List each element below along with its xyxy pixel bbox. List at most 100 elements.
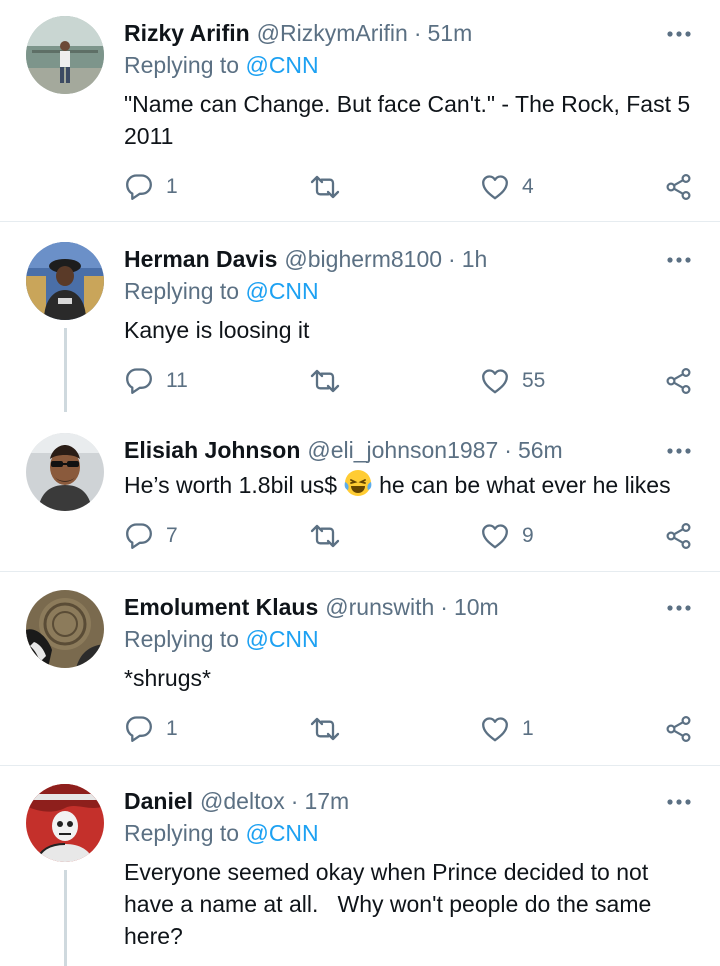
more-horizontal-icon[interactable] [664, 596, 694, 620]
heart-icon [480, 714, 510, 744]
replying-to: Replying to @CNN [124, 52, 319, 79]
share-button[interactable] [664, 170, 694, 204]
tweet-text: Kanye is loosing it [124, 317, 310, 343]
timestamp[interactable]: 56m [518, 437, 563, 464]
heart-icon [480, 521, 510, 551]
avatar[interactable] [26, 242, 104, 320]
like-count: 4 [522, 175, 534, 198]
share-icon [664, 366, 694, 396]
mention-link[interactable]: @CNN [245, 278, 318, 304]
like-button[interactable]: 55 [480, 364, 545, 398]
retweet-icon [309, 521, 341, 551]
display-name[interactable]: Rizky Arifin [124, 20, 250, 47]
separator: · [290, 787, 299, 814]
more-horizontal-icon[interactable] [664, 248, 694, 272]
divider [0, 765, 720, 766]
user-handle[interactable]: @runswith [325, 594, 434, 621]
share-button[interactable] [664, 712, 694, 746]
user-handle[interactable]: @eli_johnson1987 [307, 437, 498, 464]
replying-to-label: Replying to [124, 626, 240, 652]
heart-icon [480, 366, 510, 396]
reply-icon [124, 366, 154, 396]
reply-count: 7 [166, 524, 178, 547]
reply-feed: Rizky Arifin @RizkymArifin · 51m Replyin… [0, 0, 720, 966]
thread-line [64, 328, 67, 412]
tweet-header: Elisiah Johnson @eli_johnson1987 · 56m [124, 433, 563, 467]
mention-link[interactable]: @CNN [245, 820, 318, 846]
reply-button[interactable]: 7 [124, 519, 178, 553]
like-count: 9 [522, 524, 534, 547]
timestamp[interactable]: 17m [304, 788, 349, 815]
avatar[interactable] [26, 590, 104, 668]
display-name[interactable]: Emolument Klaus [124, 594, 318, 621]
display-name[interactable]: Herman Davis [124, 246, 277, 273]
like-button[interactable]: 9 [480, 519, 534, 553]
timestamp[interactable]: 1h [462, 246, 488, 273]
display-name[interactable]: Elisiah Johnson [124, 437, 300, 464]
retweet-button[interactable] [309, 170, 353, 204]
like-button[interactable]: 4 [480, 170, 534, 204]
separator: · [448, 245, 456, 272]
replying-to-label: Replying to [124, 820, 240, 846]
replying-to: Replying to @CNN [124, 820, 319, 847]
display-name[interactable]: Daniel [124, 788, 193, 815]
tweet-text-part: he can be what ever he likes [379, 472, 671, 498]
tweet[interactable]: Rizky Arifin @RizkymArifin · 51m Replyin… [0, 16, 720, 221]
tweet[interactable]: Daniel @deltox · 17m Replying to @CNN Ev… [0, 784, 720, 966]
avatar[interactable] [26, 433, 104, 511]
retweet-button[interactable] [309, 519, 353, 553]
tweet-text: He’s worth 1.8bil us$ he can be what ever… [124, 468, 704, 506]
share-button[interactable] [664, 364, 694, 398]
tweet-text-part: He’s worth 1.8bil us$ [124, 472, 338, 498]
timestamp[interactable]: 51m [427, 20, 472, 47]
reply-icon [124, 714, 154, 744]
tweet-actions: 11 55 [124, 364, 704, 398]
tweet-text-line: here? [124, 923, 183, 949]
avatar[interactable] [26, 16, 104, 94]
more-horizontal-icon[interactable] [664, 790, 694, 814]
divider [0, 571, 720, 572]
user-handle[interactable]: @deltox [200, 788, 285, 815]
separator: · [413, 19, 422, 46]
reply-button[interactable]: 1 [124, 170, 178, 204]
face-with-tears-of-joy-icon [343, 468, 373, 506]
mention-link[interactable]: @CNN [245, 52, 318, 78]
reply-button[interactable]: 11 [124, 364, 188, 398]
reply-count: 1 [166, 717, 178, 740]
timestamp[interactable]: 10m [454, 594, 499, 621]
more-horizontal-icon[interactable] [664, 22, 694, 46]
retweet-button[interactable] [309, 712, 353, 746]
tweet-header: Rizky Arifin @RizkymArifin · 51m [124, 16, 472, 50]
tweet-text-line: Everyone seemed okay when Prince decided… [124, 859, 649, 885]
heart-icon [480, 172, 510, 202]
tweet-text: *shrugs* [124, 665, 211, 691]
more-horizontal-icon[interactable] [664, 439, 694, 463]
reply-button[interactable]: 1 [124, 712, 178, 746]
retweet-icon [309, 366, 341, 396]
like-button[interactable]: 1 [480, 712, 534, 746]
user-handle[interactable]: @bigherm8100 [284, 246, 442, 273]
avatar[interactable] [26, 784, 104, 862]
tweet-actions: 7 9 [124, 519, 704, 553]
reply-count: 1 [166, 175, 178, 198]
share-icon [664, 172, 694, 202]
tweet-header: Herman Davis @bigherm8100 · 1h [124, 242, 487, 276]
tweet-text: "Name can Change. But face Can't." - The… [124, 91, 691, 149]
user-handle[interactable]: @RizkymArifin [257, 20, 408, 47]
tweet-text-line: have a name at all. Why won't people do … [124, 891, 652, 917]
share-button[interactable] [664, 519, 694, 553]
replying-to: Replying to @CNN [124, 278, 319, 305]
tweet[interactable]: Herman Davis @bigherm8100 · 1h Replying … [0, 242, 720, 412]
share-icon [664, 521, 694, 551]
mention-link[interactable]: @CNN [245, 626, 318, 652]
retweet-button[interactable] [309, 364, 353, 398]
separator: · [504, 436, 512, 463]
like-count: 1 [522, 717, 534, 740]
reply-icon [124, 172, 154, 202]
tweet-actions: 1 4 [124, 170, 704, 204]
tweet[interactable]: Elisiah Johnson @eli_johnson1987 · 56m H… [0, 433, 720, 571]
divider [0, 221, 720, 222]
tweet-text: Everyone seemed okay when Prince decided… [124, 856, 704, 952]
replying-to-label: Replying to [124, 52, 240, 78]
tweet[interactable]: Emolument Klaus @runswith · 10m Replying… [0, 590, 720, 765]
